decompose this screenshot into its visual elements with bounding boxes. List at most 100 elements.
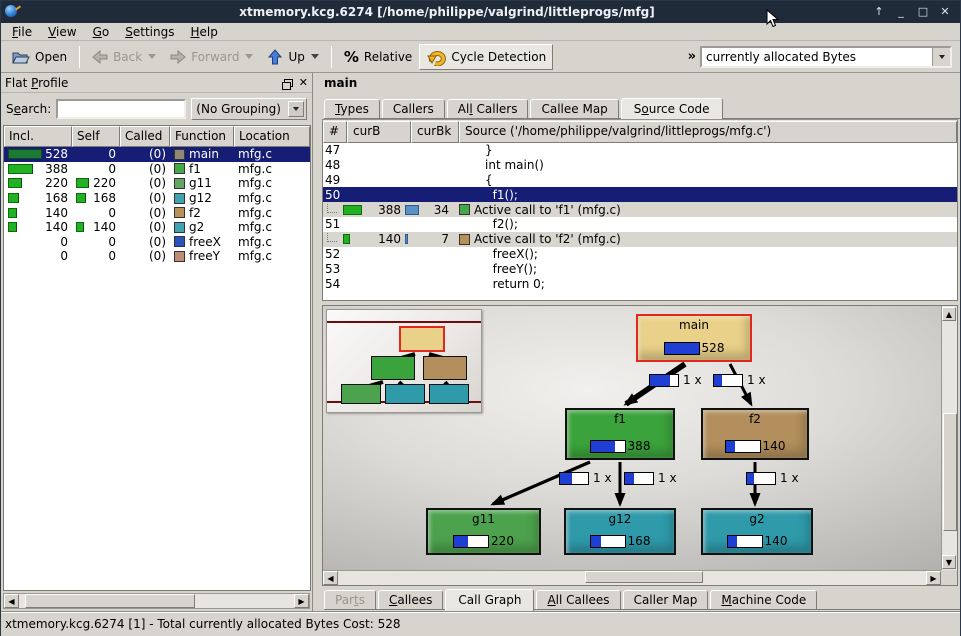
edge-label-main-f1[interactable]: 1 x [649,373,702,387]
edge-label-f1-g11[interactable]: 1 x [559,471,612,485]
close-button[interactable]: ✕ [938,2,952,22]
scroll-right-button[interactable]: ▶ [926,571,941,585]
table-row[interactable]: 00(0)freeXmfg.c [4,235,310,250]
scroll-left-button[interactable]: ◀ [4,594,19,608]
tab-call-graph[interactable]: Call Graph [445,589,534,611]
maximize-button[interactable]: □ [916,2,930,22]
column-header-curb[interactable]: curB [347,121,411,143]
menu-item-view[interactable]: View [41,24,83,40]
active-call-row[interactable]: 1407 Active call to 'f2' (mfg.c) [323,232,957,247]
column-header-source[interactable]: Source ('/home/philippe/valgrind/littlep… [459,121,957,143]
source-line-row[interactable]: 48int main() [323,158,957,173]
table-row[interactable]: 220220(0)g11mfg.c [4,176,310,191]
shade-button[interactable]: ↑ [872,2,886,22]
edge-cost-bar [649,374,679,387]
table-row[interactable]: 1400(0)f2mfg.c [4,205,310,220]
tab-callees[interactable]: Callees [378,590,443,610]
graph-overview-map[interactable] [326,309,482,413]
menu-item-file[interactable]: File [5,24,39,40]
tab-callers[interactable]: Callers [382,99,445,119]
window-titlebar[interactable]: xtmemory.kcg.6274 [/home/philippe/valgri… [1,1,960,23]
source-line-row[interactable]: 53 freeY(); [323,261,957,276]
menu-item-help[interactable]: Help [183,24,224,40]
table-row[interactable]: 168168(0)g12mfg.c [4,191,310,206]
edge-label-f2-g2[interactable]: 1 x [746,471,799,485]
column-header-incl[interactable]: Incl. [4,126,72,147]
menu-item-go[interactable]: Go [86,24,117,40]
active-call-row[interactable]: 38834 Active call to 'f1' (mfg.c) [323,202,957,217]
call-graph-panel[interactable]: main528 f1388 f2140 g11220 g12168 g2140 1 x 1 … [322,305,958,586]
graph-node-g2[interactable]: g2140 [701,508,813,555]
dock-close-icon[interactable]: ✕ [299,78,308,88]
panel-splitter[interactable] [313,73,322,611]
graph-node-f2[interactable]: f2140 [701,408,809,460]
source-line-row[interactable]: 50 f1(); [323,187,957,202]
cell-called: (0) [120,235,170,250]
scrollbar-thumb[interactable] [943,413,957,532]
cycle-detection-button[interactable]: Cycle Detection [419,44,553,70]
scroll-left-button[interactable]: ◀ [323,571,338,585]
event-type-combobox[interactable]: currently allocated Bytes [700,46,952,68]
edge-label-main-f2[interactable]: 1 x [713,373,766,387]
grouping-dropdown-button[interactable] [288,101,304,117]
table-row[interactable]: 5280(0)mainmfg.c [4,147,310,162]
back-button[interactable]: Back [85,46,163,68]
toolbar-overflow-chevron[interactable]: » [684,49,700,64]
minimize-button[interactable]: _ [894,2,908,22]
open-button[interactable]: Open [5,45,74,69]
table-row[interactable]: 3880(0)f1mfg.c [4,162,310,177]
node-cost-row: 140 [725,439,786,453]
source-line-row[interactable]: 54 return 0; [323,276,957,291]
dock-float-icon[interactable] [284,79,293,87]
dock-titlebar[interactable]: Flat Profile ✕ [1,73,312,93]
combo-dropdown-button[interactable] [932,48,950,66]
column-header-location[interactable]: Location [234,126,310,147]
search-input[interactable] [56,99,186,119]
tab-all-callers[interactable]: All Callers [447,99,529,119]
scrollbar-thumb[interactable] [25,594,196,608]
relative-toggle-button[interactable]: % Relative [337,44,419,70]
source-line-row[interactable]: 52 freeX(); [323,247,957,262]
graph-node-g12[interactable]: g12168 [564,508,676,555]
tab-caller-map[interactable]: Caller Map [623,590,709,610]
scroll-down-button[interactable]: ▼ [942,555,956,569]
source-line-row[interactable]: 49{ [323,173,957,188]
column-header-self[interactable]: Self [72,126,120,147]
source-line-row[interactable]: 47} [323,143,957,158]
graph-hscrollbar[interactable]: ◀ ▶ [323,570,941,585]
tab-types[interactable]: Types [324,99,380,119]
column-header-function[interactable]: Function [170,126,234,147]
tab-machine-code[interactable]: Machine Code [710,590,817,610]
graph-node-g11[interactable]: g11220 [426,508,541,555]
graph-node-f1[interactable]: f1388 [565,408,675,460]
graph-node-main[interactable]: main528 [636,314,752,362]
tab-source-code[interactable]: Source Code [621,98,723,120]
column-header-curbk[interactable]: curBk [411,121,459,143]
forward-dropdown-caret[interactable] [245,54,253,59]
edge-label-f1-g12[interactable]: 1 x [624,471,677,485]
scrollbar-thumb[interactable] [585,571,703,583]
flat-profile-hscrollbar[interactable]: ◀ ▶ [3,593,310,609]
grouping-combobox[interactable]: (No Grouping) [191,98,307,120]
forward-button[interactable]: Forward [163,46,260,68]
toolbar-separator [331,46,332,68]
scroll-up-button[interactable]: ▲ [942,307,956,321]
column-header-called[interactable]: Called [120,126,170,147]
self-value: 0 [108,206,116,220]
scroll-right-button[interactable]: ▶ [294,594,309,608]
node-cost-value: 140 [765,534,788,548]
tab-callee-map[interactable]: Callee Map [530,99,618,119]
up-button[interactable]: Up [260,45,325,69]
graph-vscrollbar[interactable]: ▲ ▼ [941,306,957,570]
node-label: g11 [472,512,495,526]
back-label: Back [113,50,142,64]
tab-all-callees[interactable]: All Callees [536,590,620,610]
menu-item-settings[interactable]: Settings [118,24,181,40]
up-dropdown-caret[interactable] [311,54,319,59]
cell-self: 220 [72,176,120,191]
back-dropdown-caret[interactable] [148,54,156,59]
column-header-line-number[interactable]: # [323,121,347,143]
source-line-row[interactable]: 51 f2(); [323,217,957,232]
table-row[interactable]: 140140(0)g2mfg.c [4,220,310,235]
table-row[interactable]: 00(0)freeYmfg.c [4,249,310,264]
